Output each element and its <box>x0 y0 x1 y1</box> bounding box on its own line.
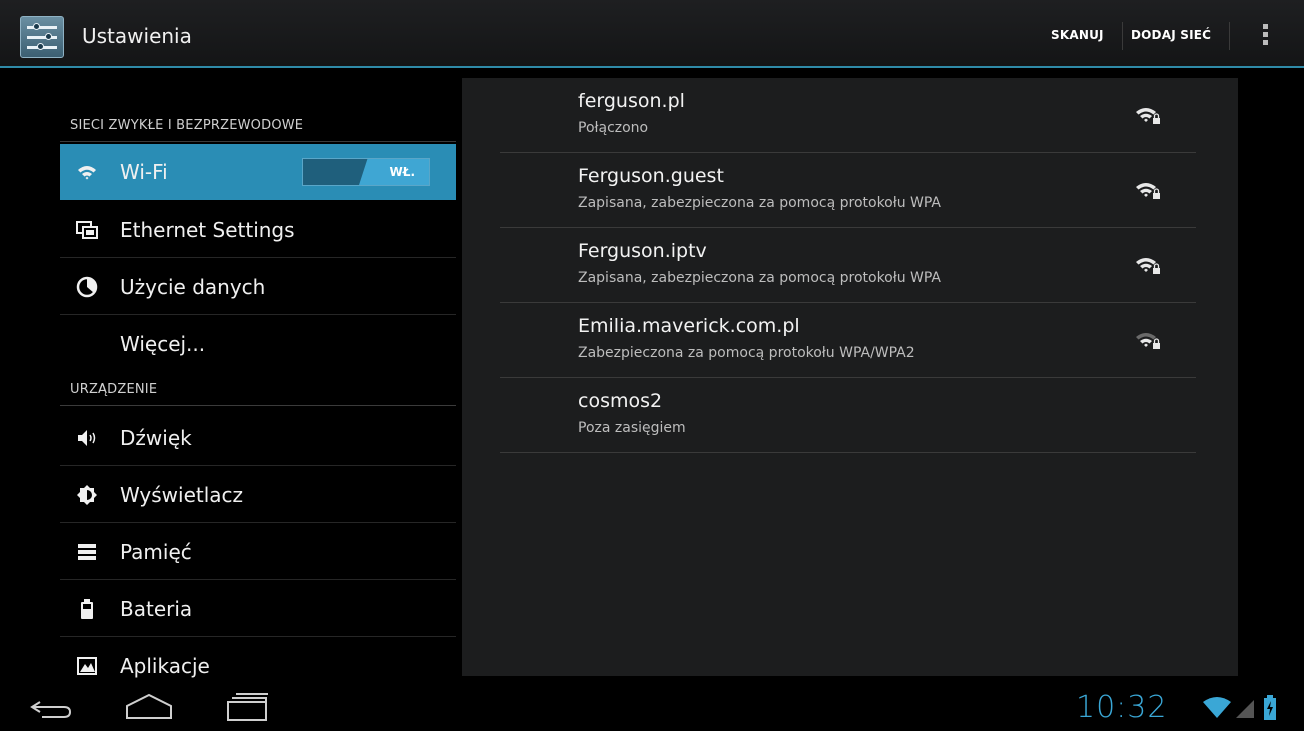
sidebar-item-more[interactable]: Więcej... <box>60 315 456 372</box>
sidebar-item-battery[interactable]: Bateria <box>60 580 456 637</box>
wifi-signal-weak-locked-icon <box>1136 333 1160 349</box>
battery-status-icon <box>1264 695 1276 720</box>
divider <box>60 141 456 142</box>
wifi-network-list: ferguson.pl Połączono Ferguson.guest Zap… <box>462 78 1238 676</box>
recent-apps-icon[interactable] <box>224 692 270 722</box>
section-header-device: URZĄDZENIE <box>70 382 158 397</box>
speaker-icon <box>78 430 96 446</box>
add-network-button[interactable]: DODAJ SIEĆ <box>1131 28 1211 42</box>
sidebar-item-ethernet[interactable]: Ethernet Settings <box>60 201 456 258</box>
network-status: Poza zasięgiem <box>578 420 686 436</box>
settings-icon[interactable] <box>20 16 64 58</box>
network-name: Ferguson.guest <box>578 165 724 187</box>
divider <box>1229 22 1230 50</box>
wifi-icon <box>78 166 96 180</box>
sidebar-item-label: Dźwięk <box>120 426 192 450</box>
sidebar-item-label: Pamięć <box>120 540 192 564</box>
network-name: Ferguson.iptv <box>578 240 707 262</box>
sidebar-item-display[interactable]: Wyświetlacz <box>60 466 456 523</box>
sidebar-item-storage[interactable]: Pamięć <box>60 523 456 580</box>
overflow-menu-icon[interactable] <box>1258 24 1272 50</box>
network-status: Zapisana, zabezpieczona za pomocą protok… <box>578 270 942 286</box>
sidebar-item-label: Wi-Fi <box>120 160 168 184</box>
battery-icon <box>81 599 93 619</box>
sidebar-item-label: Aplikacje <box>120 654 210 678</box>
sidebar-item-label: Bateria <box>120 597 193 621</box>
divider <box>1122 22 1123 50</box>
network-status: Zapisana, zabezpieczona za pomocą protok… <box>578 195 942 211</box>
network-item[interactable]: ferguson.pl Połączono <box>500 78 1196 153</box>
storage-icon <box>78 544 96 560</box>
wifi-signal-locked-icon <box>1136 108 1160 124</box>
clock: 10:32 <box>1076 690 1168 725</box>
network-name: ferguson.pl <box>578 90 685 112</box>
sidebar-item-sound[interactable]: Dźwięk <box>60 409 456 466</box>
scan-button[interactable]: SKANUJ <box>1051 28 1104 42</box>
sidebar-item-wifi[interactable]: Wi-Fi WŁ. <box>60 144 456 200</box>
apps-icon <box>77 657 97 675</box>
wifi-signal-locked-icon <box>1136 183 1160 199</box>
network-name: cosmos2 <box>578 390 663 412</box>
toggle-label: WŁ. <box>389 165 416 179</box>
action-bar: Ustawienia SKANUJ DODAJ SIEĆ <box>0 0 1304 68</box>
network-item[interactable]: Ferguson.guest Zapisana, zabezpieczona z… <box>500 153 1196 228</box>
divider <box>60 405 456 406</box>
network-item[interactable]: cosmos2 Poza zasięgiem <box>500 378 1196 453</box>
system-bar: 10:32 <box>0 684 1304 731</box>
sidebar-item-label: Ethernet Settings <box>120 218 295 242</box>
network-item[interactable]: Ferguson.iptv Zapisana, zabezpieczona za… <box>500 228 1196 303</box>
cell-signal-icon <box>1236 700 1254 718</box>
back-icon[interactable] <box>30 696 72 720</box>
wifi-toggle[interactable]: WŁ. <box>302 158 430 186</box>
section-header-networks: SIECI ZWYKŁE I BEZPRZEWODOWE <box>70 118 304 133</box>
network-name: Emilia.maverick.com.pl <box>578 315 800 337</box>
network-status: Zabezpieczona za pomocą protokołu WPA/WP… <box>578 345 915 361</box>
page-title: Ustawienia <box>82 24 192 48</box>
home-icon[interactable] <box>124 692 174 720</box>
settings-sidebar: SIECI ZWYKŁE I BEZPRZEWODOWE Wi-Fi WŁ. E… <box>60 70 456 682</box>
sidebar-item-label: Więcej... <box>120 332 206 356</box>
data-usage-icon <box>76 276 98 298</box>
sidebar-item-label: Użycie danych <box>120 275 266 299</box>
sidebar-item-label: Wyświetlacz <box>120 483 244 507</box>
ethernet-icon <box>76 221 98 239</box>
wifi-status-icon <box>1203 697 1231 718</box>
sidebar-item-data-usage[interactable]: Użycie danych <box>60 258 456 315</box>
wifi-signal-locked-icon <box>1136 258 1160 274</box>
display-icon <box>77 485 97 505</box>
network-status: Połączono <box>578 120 649 136</box>
network-item[interactable]: Emilia.maverick.com.pl Zabezpieczona za … <box>500 303 1196 378</box>
